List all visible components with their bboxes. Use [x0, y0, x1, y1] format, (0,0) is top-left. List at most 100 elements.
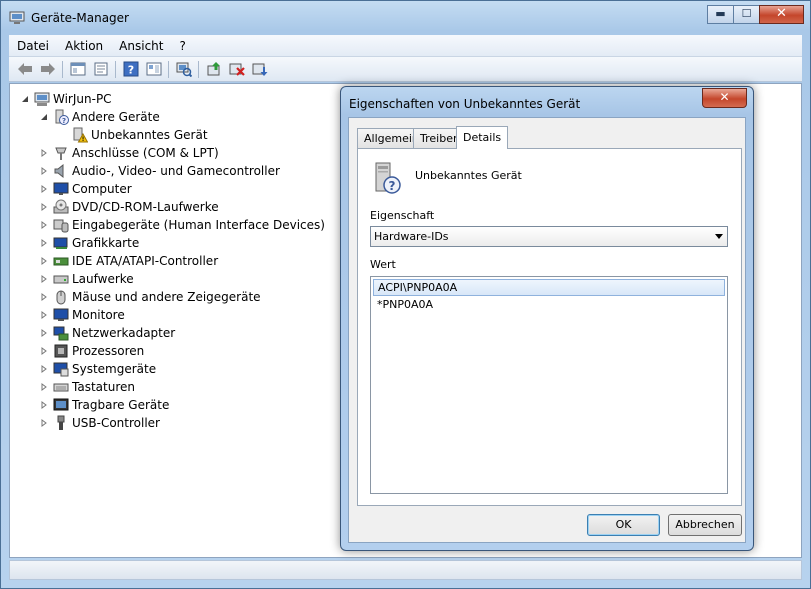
window-controls: ▬ ☐ ✕: [707, 5, 804, 24]
menu-aktion[interactable]: Aktion: [57, 39, 111, 53]
tree-item-label: USB-Controller: [72, 416, 160, 430]
collapse-triangle-icon[interactable]: [20, 94, 30, 104]
tree-item-label: Systemgeräte: [72, 362, 157, 376]
scan-hardware-icon[interactable]: [173, 60, 194, 79]
tree-item-mice[interactable]: Mäuse und andere Zeigegeräte: [39, 288, 261, 306]
value-list-item[interactable]: *PNP0A0A: [373, 297, 725, 314]
status-bar: [9, 560, 802, 580]
tree-item-label: IDE ATA/ATAPI-Controller: [72, 254, 219, 268]
tree-item-label: DVD/CD-ROM-Laufwerke: [72, 200, 219, 214]
collapse-triangle-icon[interactable]: [39, 112, 49, 122]
disable-device-icon[interactable]: [226, 60, 247, 79]
menu-ansicht[interactable]: Ansicht: [111, 39, 171, 53]
dialog-body: Allgemein Treiber Details ? Unbekanntes …: [348, 117, 746, 543]
speaker-icon: [53, 163, 69, 179]
expand-triangle-icon[interactable]: [39, 166, 49, 176]
tree-item-label: Mäuse und andere Zeigegeräte: [72, 290, 261, 304]
tree-item-keyboards[interactable]: Tastaturen: [39, 378, 135, 396]
disc-drive-icon: [53, 199, 69, 215]
toolbar-separator: [62, 60, 63, 78]
tree-root[interactable]: WirJun-PC: [20, 90, 112, 108]
menu-bar: Datei Aktion Ansicht ?: [9, 35, 802, 57]
properties-icon[interactable]: [90, 60, 111, 79]
maximize-button[interactable]: ☐: [733, 5, 760, 24]
port-icon: [53, 145, 69, 161]
tree-item-computer[interactable]: Computer: [39, 180, 132, 198]
expand-triangle-icon[interactable]: [39, 184, 49, 194]
tree-item-network[interactable]: Netzwerkadapter: [39, 324, 175, 342]
expand-triangle-icon[interactable]: [39, 418, 49, 428]
tree-item-other-devices[interactable]: ? Andere Geräte: [39, 108, 160, 126]
window-title: Geräte-Manager: [31, 11, 129, 25]
tree-item-label: Prozessoren: [72, 344, 145, 358]
minimize-button[interactable]: ▬: [707, 5, 734, 24]
keyboard-icon: [53, 379, 69, 395]
tree-item-unknown-device[interactable]: Unbekanntes Gerät: [58, 126, 208, 144]
unknown-device-icon: ?: [375, 162, 401, 194]
tree-item-graphics[interactable]: Grafikkarte: [39, 234, 139, 252]
expand-triangle-icon[interactable]: [39, 220, 49, 230]
tree-item-ports[interactable]: Anschlüsse (COM & LPT): [39, 144, 219, 162]
expand-triangle-icon[interactable]: [39, 364, 49, 374]
menu-datei[interactable]: Datei: [9, 39, 57, 53]
expand-triangle-icon[interactable]: [39, 256, 49, 266]
expand-triangle-icon[interactable]: [39, 346, 49, 356]
property-select[interactable]: Hardware-IDs: [370, 226, 728, 247]
svg-text:?: ?: [389, 179, 396, 193]
tree-item-usb[interactable]: USB-Controller: [39, 414, 160, 432]
toolbar-separator: [115, 60, 116, 78]
portable-device-icon: [53, 397, 69, 413]
dialog-title: Eigenschaften von Unbekanntes Gerät: [349, 97, 581, 111]
tree-line-spacer: [58, 130, 68, 140]
expand-triangle-icon[interactable]: [39, 382, 49, 392]
dialog-close-button[interactable]: ✕: [702, 88, 747, 108]
expand-triangle-icon[interactable]: [39, 202, 49, 212]
ok-button[interactable]: OK: [587, 514, 660, 536]
uninstall-device-icon[interactable]: [249, 60, 270, 79]
monitor-icon: [53, 307, 69, 323]
warning-device-icon: [72, 127, 88, 143]
tree-item-ide[interactable]: IDE ATA/ATAPI-Controller: [39, 252, 218, 270]
tree-item-dvd[interactable]: DVD/CD-ROM-Laufwerke: [39, 198, 219, 216]
title-bar[interactable]: Geräte-Manager ▬ ☐ ✕: [1, 1, 810, 35]
expand-triangle-icon[interactable]: [39, 400, 49, 410]
help-icon[interactable]: ?: [120, 60, 141, 79]
tab-details[interactable]: Details: [456, 126, 509, 149]
svg-text:?: ?: [62, 117, 66, 125]
display-adapter-icon: [53, 235, 69, 251]
expand-triangle-icon[interactable]: [39, 292, 49, 302]
toolbar-separator: [198, 60, 199, 78]
tree-item-label: Computer: [72, 182, 132, 196]
expand-triangle-icon[interactable]: [39, 148, 49, 158]
device-manager-icon: [9, 11, 25, 24]
toolbar-separator: [168, 60, 169, 78]
console-icon[interactable]: [67, 60, 88, 79]
back-arrow-icon[interactable]: [14, 60, 35, 79]
usb-icon: [53, 415, 69, 431]
tree-item-label: Audio-, Video- und Gamecontroller: [72, 164, 280, 178]
tree-item-processors[interactable]: Prozessoren: [39, 342, 144, 360]
expand-triangle-icon[interactable]: [39, 328, 49, 338]
tree-item-drives[interactable]: Laufwerke: [39, 270, 134, 288]
cancel-button[interactable]: Abbrechen: [668, 514, 742, 536]
tree-root-label: WirJun-PC: [53, 92, 112, 106]
value-list[interactable]: ACPI\PNP0A0A *PNP0A0A: [370, 276, 728, 494]
update-driver-icon[interactable]: [203, 60, 224, 79]
tree-item-label: Grafikkarte: [72, 236, 140, 250]
value-list-item[interactable]: ACPI\PNP0A0A: [373, 279, 725, 296]
processor-icon: [53, 343, 69, 359]
input-device-icon: [53, 217, 69, 233]
menu-help[interactable]: ?: [171, 39, 193, 53]
tree-item-hid[interactable]: Eingabegeräte (Human Interface Devices): [39, 216, 325, 234]
expand-triangle-icon[interactable]: [39, 238, 49, 248]
expand-triangle-icon[interactable]: [39, 310, 49, 320]
tree-item-audio[interactable]: Audio-, Video- und Gamecontroller: [39, 162, 280, 180]
dropdown-arrow-icon[interactable]: [715, 234, 723, 239]
tree-item-system[interactable]: Systemgeräte: [39, 360, 156, 378]
expand-triangle-icon[interactable]: [39, 274, 49, 284]
close-button[interactable]: ✕: [759, 5, 804, 24]
view-icon[interactable]: [143, 60, 164, 79]
forward-arrow-icon[interactable]: [37, 60, 58, 79]
tree-item-monitors[interactable]: Monitore: [39, 306, 125, 324]
tree-item-portable[interactable]: Tragbare Geräte: [39, 396, 169, 414]
